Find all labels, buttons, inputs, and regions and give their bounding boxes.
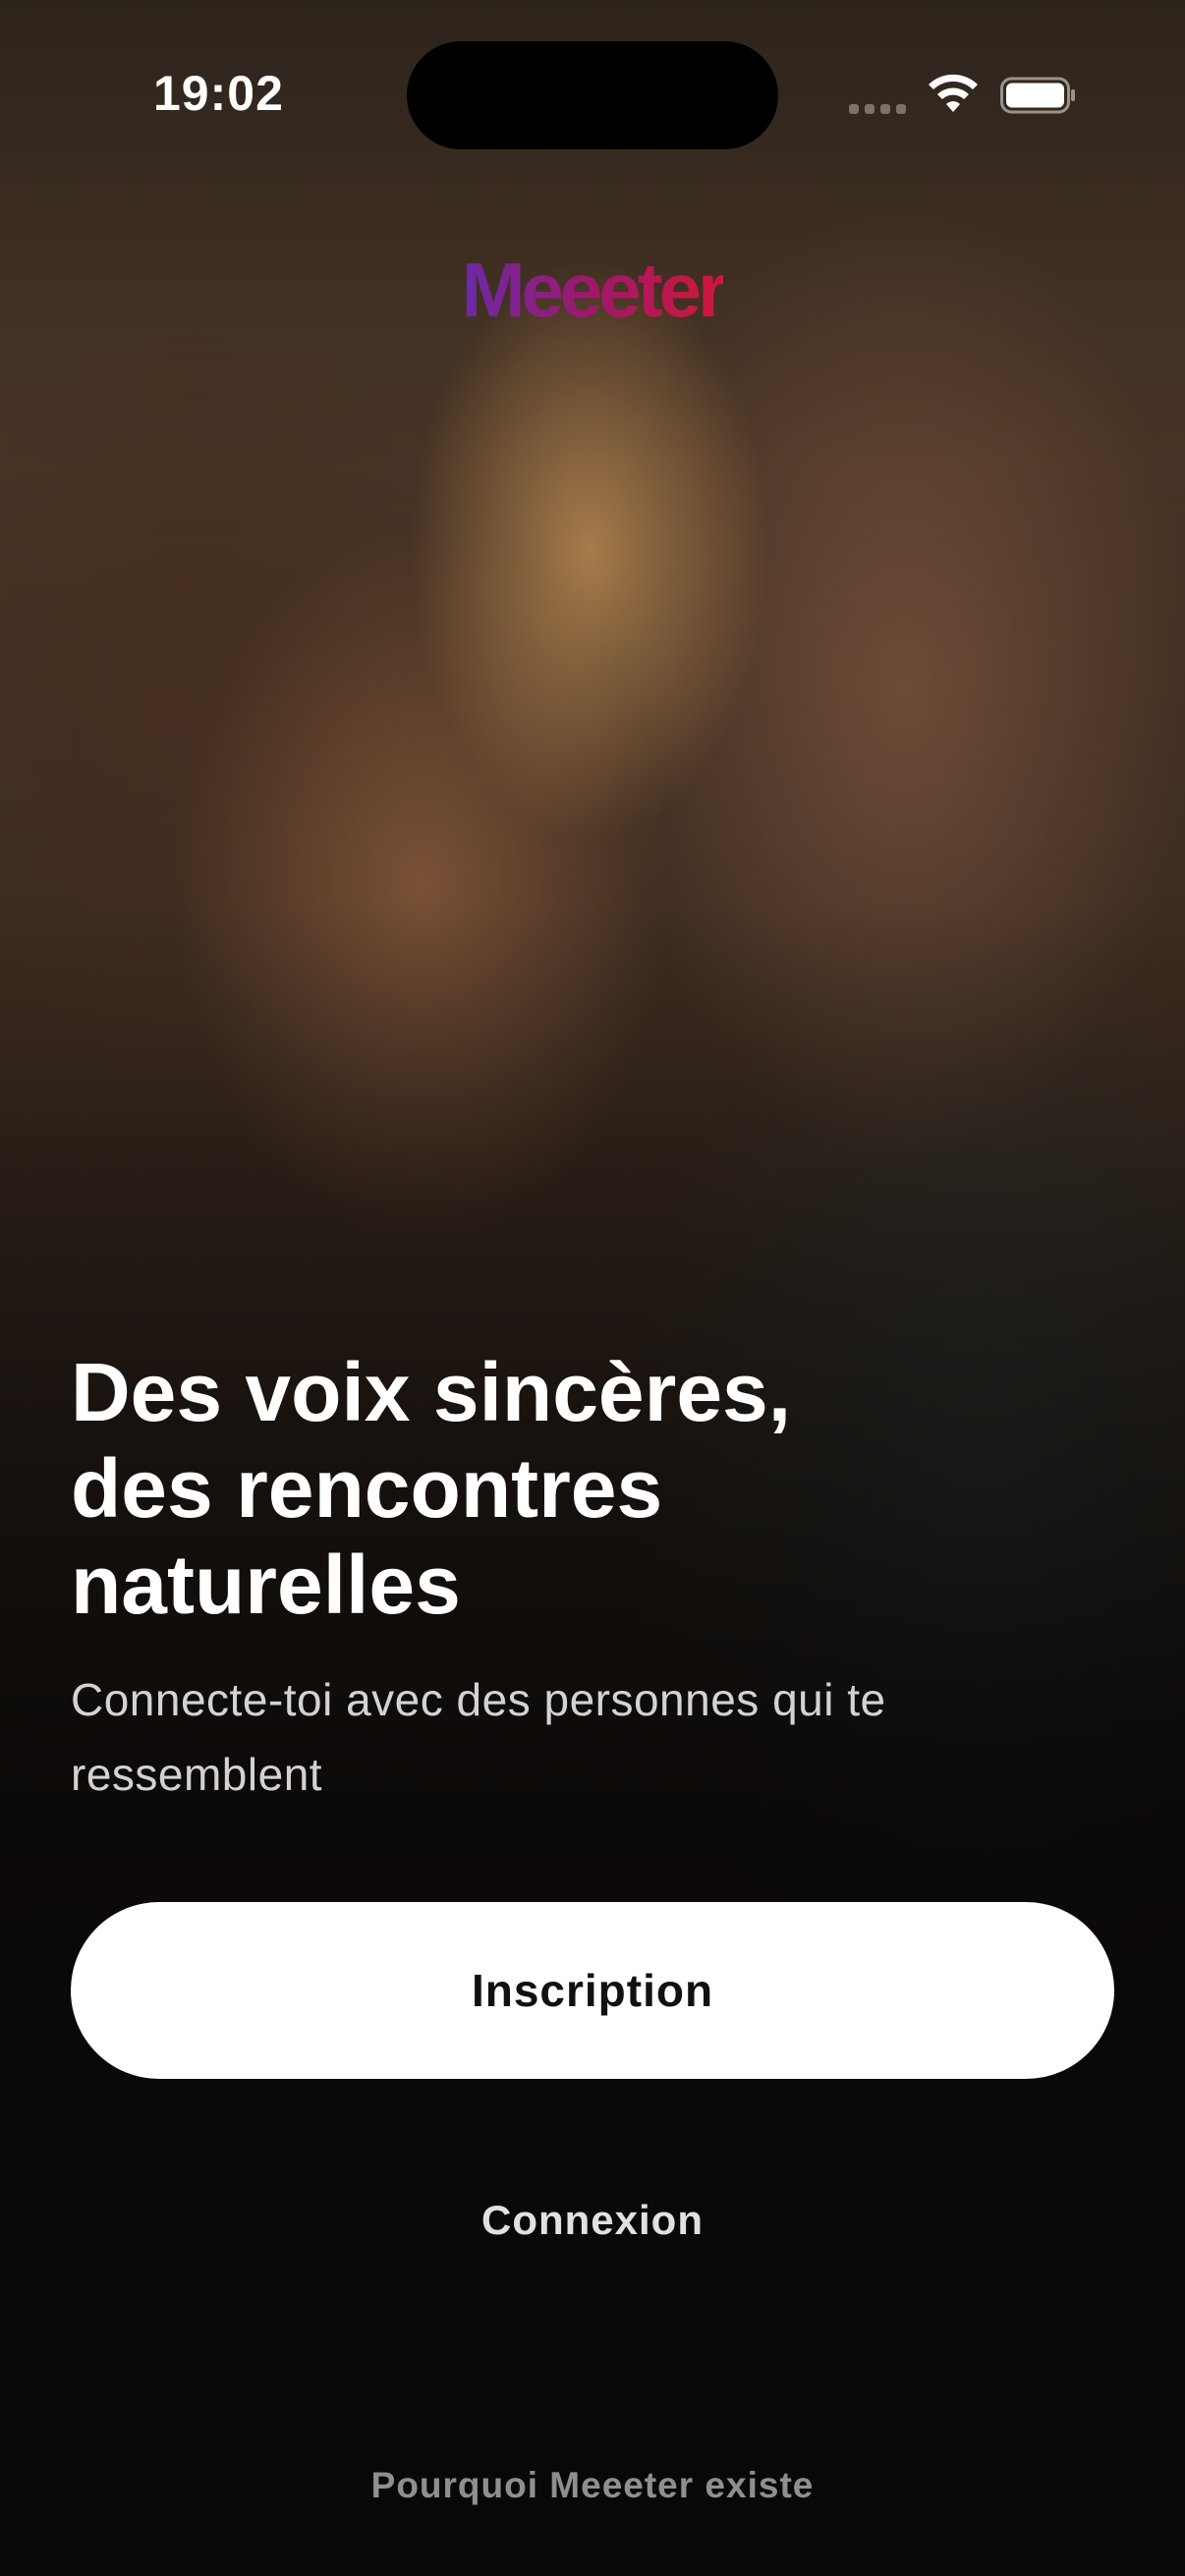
app-logo: Meeeter [0,246,1185,335]
battery-icon [1000,77,1075,114]
status-bar-time: 19:02 [153,66,284,121]
why-meeeter-link[interactable]: Pourquoi Meeeter existe [249,2456,936,2515]
hero-subtitle: Connecte-toi avec des personnes qui te r… [71,1674,886,1800]
welcome-screen: 19:02 Meeeter Des voix sincères, des ren… [0,0,1185,2576]
app-logo-text: Meeeter [461,247,728,333]
cellular-signal-icon [849,102,908,116]
signup-button[interactable]: Inscription [71,1902,1114,2079]
dynamic-island [407,41,778,149]
wifi-icon [929,74,978,112]
hero-headline: Des voix sincères, des rencontres nature… [71,1346,792,1631]
login-button[interactable]: Connexion [298,2181,887,2260]
